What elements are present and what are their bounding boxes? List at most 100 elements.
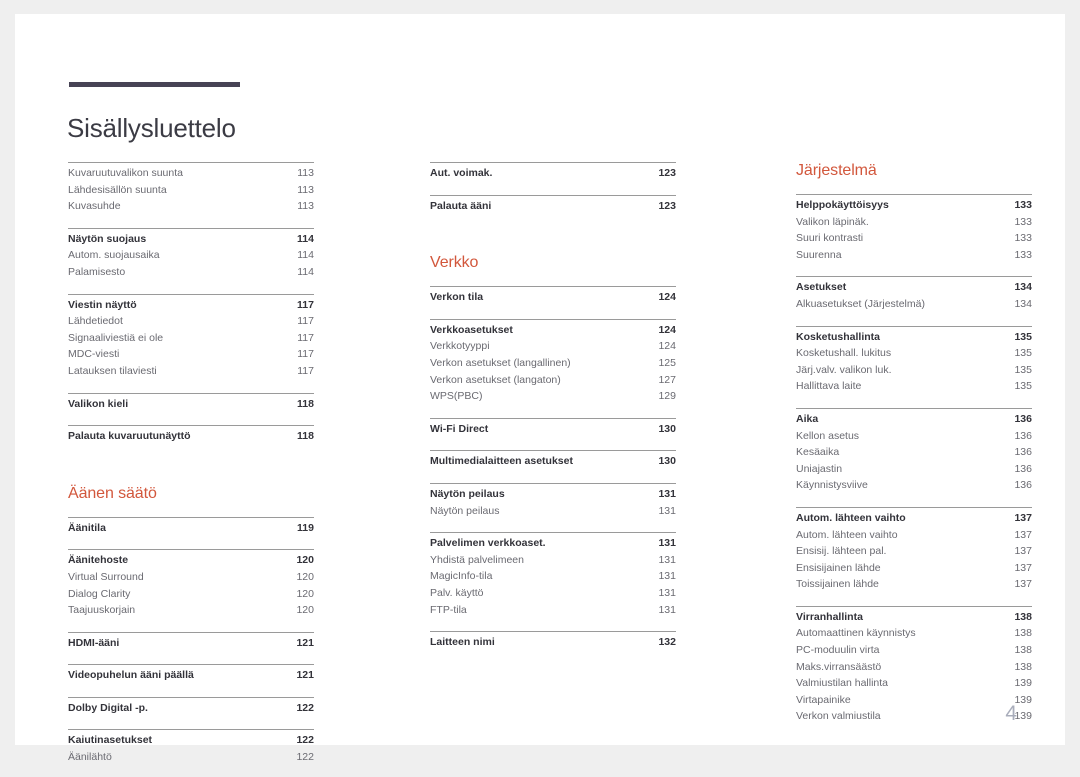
toc-entry[interactable]: Ensisijainen lähde 137 xyxy=(796,560,1032,577)
toc-entry[interactable]: Valmiustilan hallinta 139 xyxy=(796,675,1032,692)
toc-entry[interactable]: Äänitila 119 xyxy=(68,520,314,537)
toc-entry[interactable]: Dialog Clarity 120 xyxy=(68,586,314,603)
toc-entry[interactable]: Äänilähtö 122 xyxy=(68,749,314,766)
toc-entry[interactable]: Lähdetiedot 117 xyxy=(68,313,314,330)
toc-entry[interactable]: Kellon asetus 136 xyxy=(796,428,1032,445)
toc-entry[interactable]: Virranhallinta 138 xyxy=(796,609,1032,626)
toc-entry-page: 113 xyxy=(297,200,314,213)
toc-entry[interactable]: Dolby Digital -p. 122 xyxy=(68,700,314,717)
toc-entry[interactable]: Palv. käyttö 131 xyxy=(430,585,676,602)
toc-entry-label: Palamisesto xyxy=(68,265,126,278)
toc-entry[interactable]: Taajuuskorjain 120 xyxy=(68,602,314,619)
toc-entry[interactable]: Latauksen tilaviesti 117 xyxy=(68,363,314,380)
toc-entry-page: 132 xyxy=(658,636,676,649)
toc-entry[interactable]: Multimedialaitteen asetukset 130 xyxy=(430,453,676,470)
toc-entry-page: 117 xyxy=(297,364,314,377)
toc-entry-label: Toissijainen lähde xyxy=(796,578,879,591)
toc-entry[interactable]: Kosketushall. lukitus 135 xyxy=(796,345,1032,362)
toc-entry[interactable]: Signaaliviestiä ei ole 117 xyxy=(68,330,314,347)
toc-entry[interactable]: Näytön peilaus 131 xyxy=(430,486,676,503)
toc-entry[interactable]: Käynnistysviive 136 xyxy=(796,477,1032,494)
toc-entry-label: Latauksen tilaviesti xyxy=(68,364,157,377)
toc-entry[interactable]: Yhdistä palvelimeen 131 xyxy=(430,552,676,569)
toc-entry[interactable]: Suurenna 133 xyxy=(796,247,1032,264)
toc-entry[interactable]: MagicInfo-tila 131 xyxy=(430,568,676,585)
toc-entry[interactable]: WPS(PBC) 129 xyxy=(430,388,676,405)
toc-entry[interactable]: Aika 136 xyxy=(796,411,1032,428)
toc-entry-page: 118 xyxy=(297,397,314,410)
toc-entry[interactable]: Viestin näyttö 117 xyxy=(68,297,314,314)
toc-entry-page: 133 xyxy=(1014,232,1032,245)
toc-entry[interactable]: Verkon asetukset (langallinen) 125 xyxy=(430,355,676,372)
toc-entry[interactable]: PC-moduulin virta 138 xyxy=(796,642,1032,659)
toc-entry[interactable]: Kuvaruutuvalikon suunta 113 xyxy=(68,165,314,182)
toc-entry-page: 122 xyxy=(296,701,314,714)
toc-group: Multimedialaitteen asetukset 130 xyxy=(430,450,676,470)
toc-entry[interactable]: Verkkotyyppi 124 xyxy=(430,338,676,355)
toc-group: Näytön suojaus 114 Autom. suojausaika 114 Pa… xyxy=(68,227,314,281)
toc-entry[interactable]: Laitteen nimi 132 xyxy=(430,634,676,651)
toc-entry[interactable]: Palauta ääni 123 xyxy=(430,198,676,215)
toc-entry-label: Videopuhelun ääni päällä xyxy=(68,669,194,682)
toc-entry[interactable]: Palvelimen verkkoaset. 131 xyxy=(430,535,676,552)
toc-entry-page: 136 xyxy=(1014,429,1032,442)
toc-entry[interactable]: HDMI-ääni 121 xyxy=(68,635,314,652)
toc-entry[interactable]: Uniajastin 136 xyxy=(796,461,1032,478)
toc-entry[interactable]: Virtapainike 139 xyxy=(796,692,1032,709)
toc-entry[interactable]: Äänitehoste 120 xyxy=(68,552,314,569)
toc-entry[interactable]: Näytön suojaus 114 xyxy=(68,231,314,248)
toc-entry-label: Näytön suojaus xyxy=(68,232,147,245)
toc-entry[interactable]: Lähdesisällön suunta 113 xyxy=(68,182,314,199)
toc-entry-label: Äänitila xyxy=(68,521,106,534)
toc-entry[interactable]: MDC-viesti 117 xyxy=(68,346,314,363)
toc-entry[interactable]: Järj.valv. valikon luk. 135 xyxy=(796,362,1032,379)
toc-entry[interactable]: FTP-tila 131 xyxy=(430,602,676,619)
toc-entry[interactable]: Valikon läpinäk. 133 xyxy=(796,214,1032,231)
toc-entry[interactable]: Helppokäyttöisyys 133 xyxy=(796,197,1032,214)
toc-entry[interactable]: Autom. lähteen vaihto 137 xyxy=(796,527,1032,544)
toc-entry-label: PC-moduulin virta xyxy=(796,644,880,657)
toc-entry[interactable]: Näytön peilaus 131 xyxy=(430,503,676,520)
toc-entry[interactable]: Suuri kontrasti 133 xyxy=(796,230,1032,247)
toc-entry[interactable]: Maks.virransäästö 138 xyxy=(796,659,1032,676)
toc-entry[interactable]: Verkon valmiustila 139 xyxy=(796,708,1032,725)
toc-entry[interactable]: Toissijainen lähde 137 xyxy=(796,576,1032,593)
toc-entry-label: Signaaliviestiä ei ole xyxy=(68,331,164,344)
toc-entry-label: Äänilähtö xyxy=(68,751,112,764)
toc-entry-page: 135 xyxy=(1014,363,1032,376)
toc-entry[interactable]: Ensisij. lähteen pal. 137 xyxy=(796,543,1032,560)
toc-entry[interactable]: Kesäaika 136 xyxy=(796,444,1032,461)
toc-entry[interactable]: Aut. voimak. 123 xyxy=(430,165,676,182)
toc-entry[interactable]: Kuvasuhde 113 xyxy=(68,198,314,215)
toc-entry-page: 131 xyxy=(658,586,676,599)
toc-entry[interactable]: Hallittava laite 135 xyxy=(796,378,1032,395)
toc-entry[interactable]: Automaattinen käynnistys 138 xyxy=(796,625,1032,642)
toc-entry-label: Asetukset xyxy=(796,281,847,294)
toc-entry[interactable]: Verkkoasetukset 124 xyxy=(430,322,676,339)
toc-entry[interactable]: Virtual Surround 120 xyxy=(68,569,314,586)
toc-entry[interactable]: Palamisesto 114 xyxy=(68,264,314,281)
toc-entry-label: Virranhallinta xyxy=(796,610,863,623)
toc-entry-label: Uniajastin xyxy=(796,462,843,475)
toc-entry[interactable]: Verkon tila 124 xyxy=(430,289,676,306)
toc-entry[interactable]: Autom. suojausaika 114 xyxy=(68,247,314,264)
toc-entry[interactable]: Alkuasetukset (Järjestelmä) 134 xyxy=(796,296,1032,313)
toc-entry[interactable]: Videopuhelun ääni päällä 121 xyxy=(68,667,314,684)
toc-entry[interactable]: Asetukset 134 xyxy=(796,279,1032,296)
section-heading: Verkko xyxy=(430,254,479,272)
section-heading: Äänen säätö xyxy=(68,484,157,502)
toc-entry[interactable]: Kaiutinasetukset 122 xyxy=(68,732,314,749)
toc-entry[interactable]: Valikon kieli 118 xyxy=(68,396,314,413)
toc-entry-label: Näytön peilaus xyxy=(430,504,500,517)
toc-entry[interactable]: Autom. lähteen vaihto 137 xyxy=(796,510,1032,527)
toc-entry[interactable]: Palauta kuvaruutunäyttö 118 xyxy=(68,428,314,445)
toc-entry[interactable]: Verkon asetukset (langaton) 127 xyxy=(430,372,676,389)
toc-entry-page: 114 xyxy=(297,249,314,262)
toc-entry[interactable]: Wi-Fi Direct 130 xyxy=(430,421,676,438)
toc-entry[interactable]: Kosketushallinta 135 xyxy=(796,329,1032,346)
